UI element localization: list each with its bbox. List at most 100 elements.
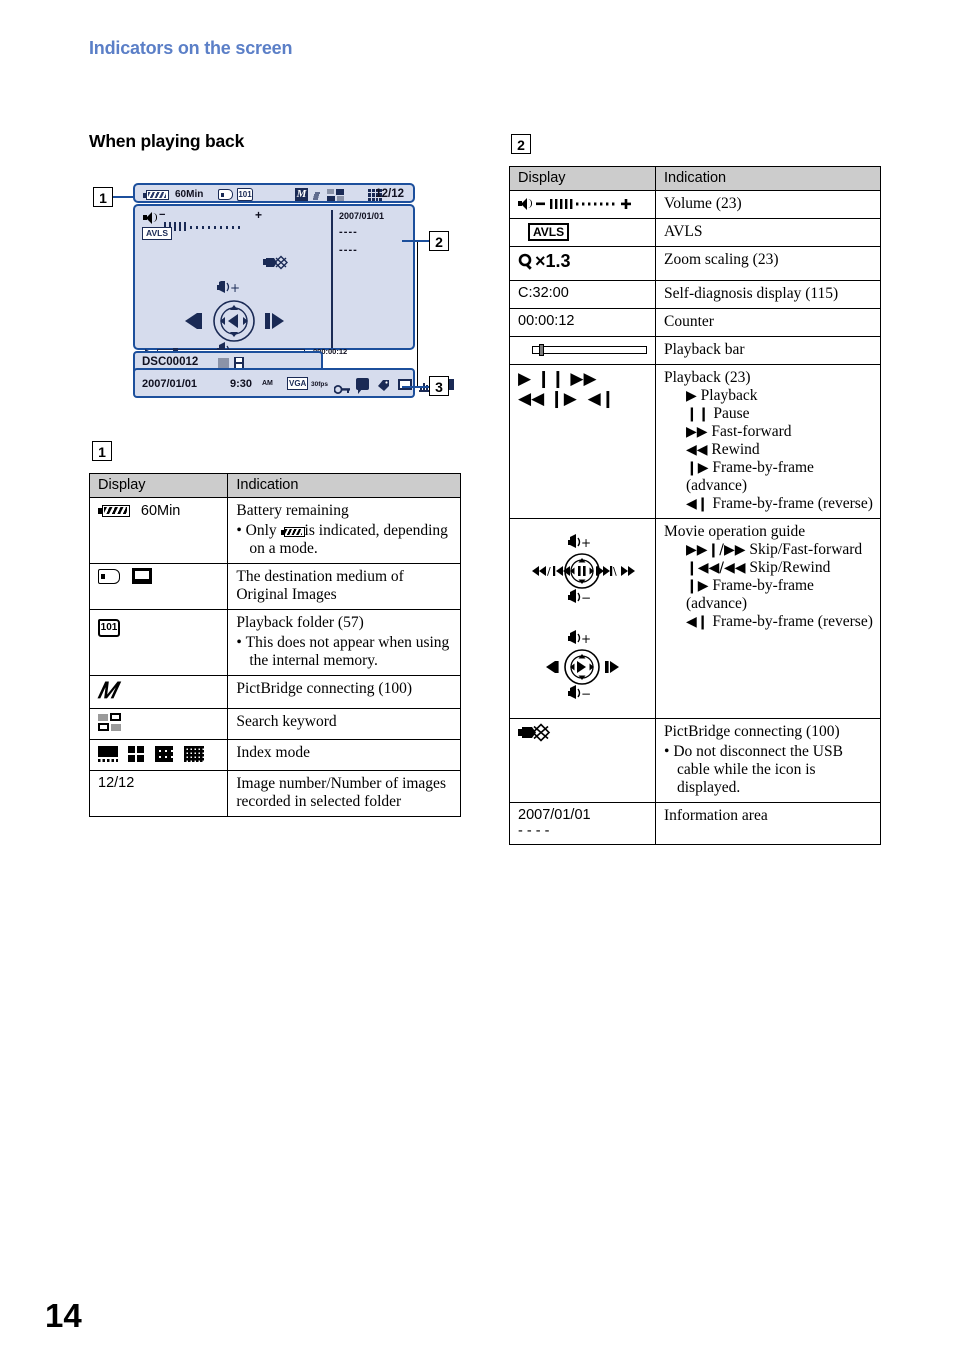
callout-marker-2: 2 [429, 231, 449, 251]
lcd-image-number: 12/12 [375, 188, 404, 200]
speaker-icon [518, 197, 532, 210]
search-keyword-icon [98, 713, 124, 733]
camera-lcd-figure: 60Min 101 M 12/12 − + AVLS + 000:00:12 2… [133, 183, 454, 398]
lcd-bottom-band: 2007/01/01 9:30 AM VGA 30fps [133, 368, 454, 398]
voice-memo-icon [356, 378, 369, 394]
cell-indication: AVLS [655, 218, 881, 247]
lcd-quality-badge: VGA [287, 377, 309, 390]
frame-reverse-icon: ◀❙ [686, 496, 709, 512]
bullet-post: is indicated, depending on a mode. [249, 522, 448, 557]
sub-item: ❙◀◀/◀◀ Skip/Rewind [664, 559, 873, 577]
table-row: ▶ ❙❙ ▶▶ ◀◀ ❙▶ ◀❙ Playback (23) ▶ Playback… [509, 364, 881, 519]
cell-display: 12/12 [88, 770, 229, 817]
cell-display: 00:00:12 [509, 308, 656, 337]
movie-operation-guide-diagram-1: / \ + − [518, 527, 648, 613]
cell-indication: Index mode [227, 739, 461, 771]
movie-operation-guide-diagram-2: + − [518, 623, 648, 709]
play-icon: ▶ [686, 388, 697, 404]
table-row: 101 Playback folder (57) • This does not… [88, 609, 461, 676]
sub-item: ❙▶ Frame-by-frame (advance) [664, 577, 873, 613]
frame-advance-icon: ❙▶ [686, 460, 709, 476]
battery-icon [143, 190, 169, 200]
speaker-icon [143, 211, 157, 224]
cell-indication: Volume (23) [655, 190, 881, 219]
memory-card-icon [218, 189, 233, 200]
cell-display: 60Min [88, 497, 229, 564]
lcd-volume-plus: + [255, 208, 263, 222]
indication-bullet: • Only is indicated, depending on a mode… [236, 522, 448, 557]
cell-indication: Movie operation guide ▶▶❙/▶▶ Skip/Fast-f… [655, 518, 881, 719]
table-row: 𝑀 PictBridge connecting (100) [88, 675, 461, 709]
lcd-bottom-date: 2007/01/01 [142, 378, 198, 390]
lcd-control-pad-guide: + [165, 279, 305, 358]
avls-badge: AVLS [528, 223, 570, 241]
usb-pictbridge-icon [263, 255, 289, 270]
zoom-scaling-value: ×1.3 [535, 251, 571, 271]
svg-text:+: + [230, 281, 240, 295]
table-row: PictBridge connecting (100) • Do not dis… [509, 718, 881, 803]
cell-display [88, 563, 229, 610]
fast-forward-icon: ▶▶ [686, 424, 708, 440]
sub-label: Fast-forward [711, 423, 792, 440]
display-icon [398, 379, 412, 390]
cell-display: 2007/01/01 - - - - [509, 802, 656, 845]
pause-icon: ❙❙ [686, 406, 710, 422]
skip-rewind-icon: ❙◀◀/◀◀ [686, 560, 746, 576]
cell-indication: Self-diagnosis display (115) [655, 280, 881, 309]
indication-bullet: • This does not appear when using the in… [236, 634, 450, 669]
lcd-battery-time: 60Min [175, 189, 204, 200]
cell-indication: The destination medium of Original Image… [227, 563, 461, 610]
table2-label: 2 [511, 134, 531, 154]
sub-item: ❙❙ Pause [664, 405, 873, 423]
sub-item: ◀◀ Rewind [664, 441, 873, 459]
cell-display: 𝑀 [88, 675, 229, 709]
table-header-row: Display Indication [509, 166, 881, 191]
table-row: / \ + − + − Movie operation guide ▶▶❙/▶▶… [509, 518, 881, 719]
lcd-info-line1: - - - - [339, 226, 357, 238]
svg-text:\: \ [613, 565, 617, 578]
cell-display [88, 739, 229, 771]
indication-text: Battery remaining [236, 502, 349, 519]
sub-item: ◀❙ Frame-by-frame (reverse) [664, 495, 873, 513]
cell-indication: Playback bar [655, 336, 881, 365]
frame-advance-icon: ❙▶ [686, 578, 709, 594]
cell-indication: PictBridge connecting (100) [227, 675, 461, 709]
cell-display: / \ + − + − [509, 518, 656, 719]
svg-text:/: / [547, 565, 551, 578]
sub-label: Skip/Rewind [749, 559, 831, 576]
info-dashes-value: - - - - [518, 823, 550, 839]
cell-indication: Image number/Number of images recorded i… [227, 770, 461, 817]
svg-text:+: + [581, 536, 591, 550]
search-keyword-icon [312, 189, 324, 201]
indication-text: PictBridge connecting (100) [664, 723, 840, 740]
bullet-text: Do not disconnect the USB cable while th… [673, 743, 843, 796]
playback-bar-icon [522, 344, 647, 356]
callout-leader-2 [402, 240, 430, 242]
protect-key-icon [333, 381, 350, 394]
lcd-bottom-time: 9:30 [230, 378, 253, 390]
sub-item: ◀❙ Frame-by-frame (reverse) [664, 613, 873, 631]
table1-header-display: Display [88, 473, 229, 498]
playback-control-glyphs: ▶ ❙❙ ▶▶ ◀◀ ❙▶ ◀❙ [518, 369, 615, 409]
cell-indication: Counter [655, 308, 881, 337]
sub-item: ❙▶ Frame-by-frame (advance) [664, 459, 873, 495]
cell-indication: PictBridge connecting (100) • Do not dis… [655, 718, 881, 803]
sub-label: Pause [713, 405, 750, 422]
sub-label: Frame-by-frame (reverse) [712, 495, 873, 512]
cell-indication: Zoom scaling (23) [655, 246, 881, 281]
cell-display: AVLS [509, 218, 656, 247]
table1-header-indication: Indication [227, 473, 461, 498]
search-squares-icon [327, 189, 345, 201]
table-row: 2007/01/01 - - - - Information area [509, 802, 881, 845]
usb-pictbridge-icon [518, 723, 554, 742]
cell-display: ▶ ❙❙ ▶▶ ◀◀ ❙▶ ◀❙ [509, 364, 656, 519]
battery-icon-small [280, 527, 305, 537]
page-number: 14 [45, 1297, 82, 1334]
memory-card-icon [98, 569, 120, 584]
svg-text:−: − [581, 687, 591, 701]
sub-item: ▶ Playback [664, 387, 873, 405]
pictbridge-icon: M [295, 188, 308, 201]
info-date-value: 2007/01/01 [518, 807, 591, 823]
cell-display [88, 708, 229, 740]
tag-icon [377, 378, 390, 391]
